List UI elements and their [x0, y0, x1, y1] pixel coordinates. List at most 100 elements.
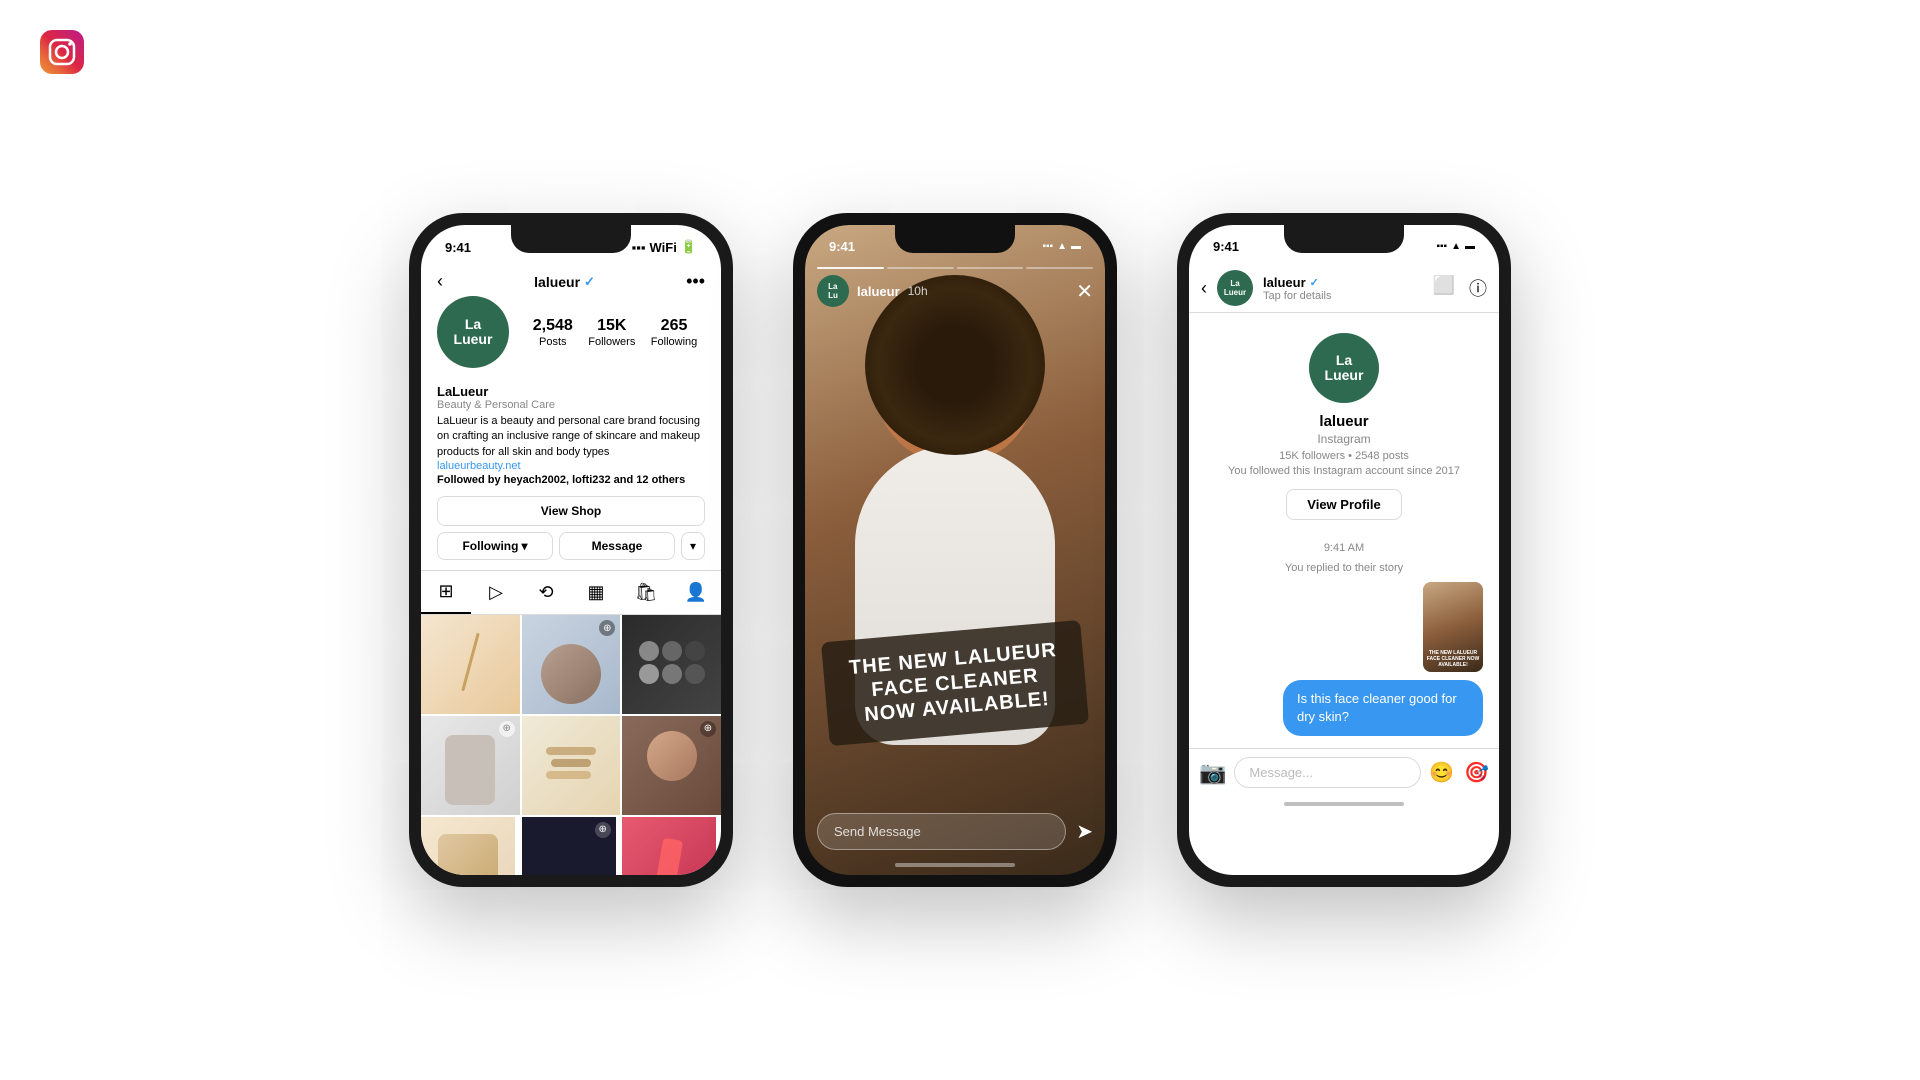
progress-4 [1026, 267, 1093, 269]
dm-reply-note: You replied to their story [1205, 562, 1483, 574]
status-icons-2: ▪▪▪ ▲ ▬ [1042, 241, 1081, 252]
dropdown-button[interactable]: ▾ [681, 532, 705, 560]
battery-2: ▬ [1071, 241, 1081, 252]
dm-messages-area: 9:41 AM You replied to their story THE N… [1189, 530, 1499, 748]
progress-1 [817, 267, 884, 269]
shop-icon: 🛍 [635, 582, 658, 603]
dm-user-avatar[interactable]: LaLueur [1217, 270, 1253, 306]
view-shop-button[interactable]: View Shop [437, 496, 705, 526]
dm-avatar-text: LaLueur [1224, 279, 1246, 297]
wifi-icon-1: WiFi [649, 240, 676, 255]
story-avatar-text: LaLu [828, 282, 838, 300]
dm-gif-icon[interactable]: 🎯 [1464, 760, 1489, 785]
grid-cell-5[interactable] [522, 716, 621, 815]
notch-3 [1284, 225, 1404, 253]
bio-name: LaLueur [437, 384, 705, 399]
phone-profile: 9:41 ▪▪▪ WiFi 🔋 ‹ lalueur ✓ ••• La [409, 213, 733, 887]
grid-cell-8[interactable]: ⊕ [522, 817, 616, 875]
dm-profile-name: lalueur [1319, 413, 1368, 430]
username-label: lalueur [534, 274, 580, 290]
grid-cell-9[interactable] [622, 817, 716, 875]
avatar-logo-text: LaLueur [454, 317, 493, 348]
dm-story-thumbnail: THE NEW LALUEUR FACE CLEANER NOW AVAILAB… [1423, 582, 1483, 672]
tab-collab[interactable]: ⟲ [521, 571, 571, 614]
dm-timestamp: 9:41 AM [1205, 542, 1483, 554]
notch-1 [511, 225, 631, 253]
dm-info-icon[interactable]: ⓘ [1469, 275, 1487, 301]
dm-header: ‹ LaLueur lalueur ✓ Tap for details ⬜ ⓘ [1189, 262, 1499, 313]
dm-message-input[interactable]: Message... [1234, 757, 1421, 788]
story-user-avatar[interactable]: LaLu [817, 275, 849, 307]
signal-3: ▪▪▪ [1436, 241, 1447, 252]
bio-followed-by: Followed by heyach2002, lofti232 and 12 … [437, 474, 705, 486]
tab-grid[interactable]: ⊞ [421, 571, 471, 614]
profile-bio: LaLueur Beauty & Personal Care LaLueur i… [421, 376, 721, 486]
instagram-logo [40, 30, 84, 74]
followers-stat[interactable]: 15K Followers [588, 316, 635, 347]
dm-tap-for-details: Tap for details [1263, 290, 1423, 302]
following-stat[interactable]: 265 Following [651, 316, 697, 347]
message-button[interactable]: Message [559, 532, 675, 560]
tab-reels[interactable]: ▷ [471, 571, 521, 614]
dm-profile-section: LaLueur lalueur Instagram 15K followers … [1189, 313, 1499, 530]
home-indicator-2 [805, 863, 1105, 867]
back-button[interactable]: ‹ [437, 271, 443, 292]
story-message-input[interactable]: Send Message [817, 813, 1066, 850]
dm-message-bubble: Is this face cleaner good for dry skin? [1283, 680, 1483, 736]
status-icons-3: ▪▪▪ ▲ ▬ [1436, 241, 1475, 252]
dm-camera-icon[interactable]: 📷 [1199, 760, 1226, 786]
wifi-3: ▲ [1451, 241, 1461, 252]
grid-cell-1[interactable] [421, 615, 520, 714]
profile-avatar: LaLueur [437, 296, 509, 368]
dm-sticker-icon[interactable]: 😊 [1429, 760, 1454, 785]
signal-icon-1: ▪▪▪ [632, 240, 646, 255]
story-time: 10h [908, 284, 928, 298]
dm-video-icon[interactable]: ⬜ [1433, 275, 1455, 301]
battery-icon-1: 🔋 [681, 239, 697, 255]
story-close-button[interactable]: ✕ [1076, 279, 1093, 304]
profile-action-buttons: Following ▾ Message ▾ [421, 532, 721, 570]
story-person-image [805, 225, 1105, 875]
view-profile-button[interactable]: View Profile [1286, 489, 1401, 520]
tagged-icon: 👤 [685, 582, 707, 603]
more-options-button[interactable]: ••• [686, 271, 705, 292]
grid-cell-6[interactable]: ⊕ [622, 716, 721, 815]
story-container: 9:41 ▪▪▪ ▲ ▬ [805, 225, 1105, 875]
dm-back-button[interactable]: ‹ [1201, 278, 1207, 299]
bio-category: Beauty & Personal Care [437, 399, 705, 411]
profile-username-header: lalueur ✓ [534, 274, 595, 290]
bio-description: LaLueur is a beauty and personal care br… [437, 414, 705, 460]
reels-icon: ▷ [489, 582, 503, 603]
signal-2: ▪▪▪ [1042, 241, 1053, 252]
notch-2 [895, 225, 1015, 253]
time-2: 9:41 [829, 239, 855, 254]
photo-grid: ⊕ [421, 615, 721, 875]
dm-verified: ✓ [1310, 276, 1319, 289]
story-thumb-overlay-text: THE NEW LALUEUR FACE CLEANER NOW AVAILAB… [1425, 650, 1481, 668]
bio-link[interactable]: lalueurbeauty.net [437, 460, 705, 472]
story-send-button[interactable]: ➤ [1076, 819, 1093, 844]
tab-shop[interactable]: 🛍 [621, 571, 671, 614]
dm-user-info: lalueur ✓ Tap for details [1263, 275, 1423, 302]
tab-tagged[interactable]: 👤 [671, 571, 721, 614]
grid-cell-2[interactable]: ⊕ [522, 615, 621, 714]
tab-igtv[interactable]: ▦ [571, 571, 621, 614]
collab-icon: ⟲ [538, 582, 553, 603]
time-3: 9:41 [1213, 239, 1239, 254]
grid-cell-4[interactable]: ⊕ [421, 716, 520, 815]
progress-3 [957, 267, 1024, 269]
dm-profile-avatar-text: LaLueur [1325, 353, 1364, 384]
grid-cell-7[interactable] [421, 817, 515, 875]
story-username: lalueur [857, 284, 900, 299]
home-bar-3 [1284, 802, 1404, 806]
following-button[interactable]: Following ▾ [437, 532, 553, 560]
story-bottom-bar: Send Message ➤ [817, 813, 1093, 850]
story-overlay-text: THE NEW LALUEUR FACE CLEANER NOW AVAILAB… [838, 637, 1071, 729]
wifi-2: ▲ [1057, 241, 1067, 252]
dm-username: lalueur ✓ [1263, 275, 1423, 290]
home-indicator-3 [1189, 796, 1499, 810]
dm-profile-stats: 15K followers • 2548 posts [1279, 450, 1409, 462]
home-bar-2 [895, 863, 1015, 867]
dm-message-row: Is this face cleaner good for dry skin? [1205, 680, 1483, 736]
grid-cell-3[interactable] [622, 615, 721, 714]
